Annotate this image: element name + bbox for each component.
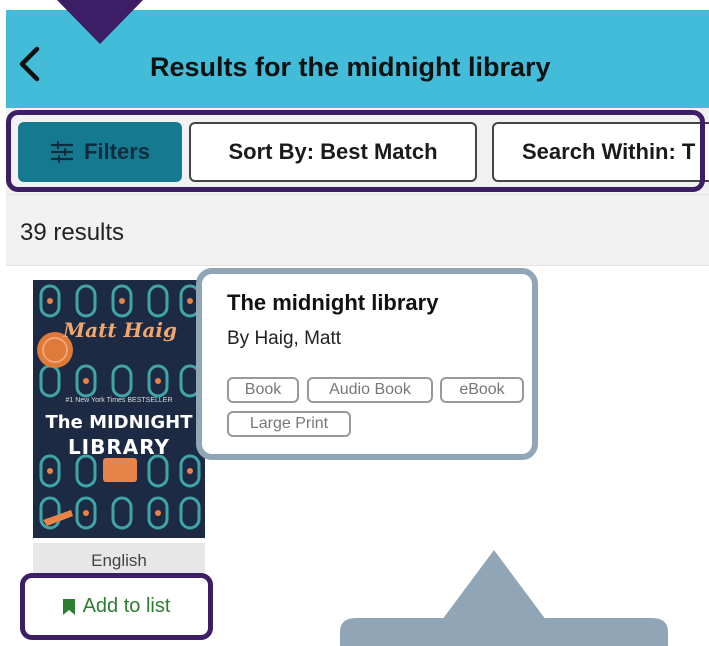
format-tag[interactable]: Book bbox=[227, 377, 299, 403]
results-summary-bar: 39 results bbox=[6, 194, 709, 266]
add-to-list-button[interactable]: Add to list bbox=[20, 573, 213, 640]
format-tag[interactable]: Large Print bbox=[227, 411, 351, 437]
back-chevron-icon bbox=[19, 46, 40, 82]
sort-by-button[interactable]: Sort By: Best Match bbox=[189, 122, 477, 182]
search-within-label: Search Within: T bbox=[522, 139, 696, 164]
page-title: Results for the midnight library bbox=[150, 52, 551, 82]
book-author[interactable]: By Haig, Matt bbox=[227, 328, 341, 350]
book-cover[interactable]: Matt Haig #1 New York Times BESTSELLER T… bbox=[33, 280, 205, 538]
filters-label: Filters bbox=[83, 139, 151, 164]
cover-title-line2: LIBRARY bbox=[67, 435, 171, 459]
cover-tagline: #1 New York Times BESTSELLER bbox=[65, 397, 173, 404]
book-info-card[interactable]: The midnight library By Haig, Matt Book … bbox=[196, 268, 538, 460]
sort-by-label: Sort By: Best Match bbox=[228, 139, 438, 164]
filters-button[interactable]: Filters bbox=[18, 122, 182, 182]
book-title[interactable]: The midnight library bbox=[227, 290, 438, 316]
back-button[interactable] bbox=[14, 44, 44, 84]
format-tag[interactable]: Audio Book bbox=[307, 377, 433, 403]
annotation-arrow-up bbox=[340, 550, 668, 646]
annotation-arrow-down bbox=[57, 0, 143, 44]
search-within-button[interactable]: Search Within: T bbox=[492, 122, 709, 182]
cover-title-line1: The MIDNIGHT bbox=[45, 412, 193, 433]
cover-author-text: Matt Haig bbox=[63, 318, 177, 342]
add-to-list-label: Add to list bbox=[82, 595, 171, 617]
format-tag[interactable]: eBook bbox=[440, 377, 524, 403]
filter-toolbar: Filters Sort By: Best Match Search Withi… bbox=[6, 108, 709, 194]
filter-sliders-icon bbox=[50, 140, 74, 164]
results-count: 39 results bbox=[20, 219, 125, 246]
bookmark-icon bbox=[62, 598, 75, 615]
